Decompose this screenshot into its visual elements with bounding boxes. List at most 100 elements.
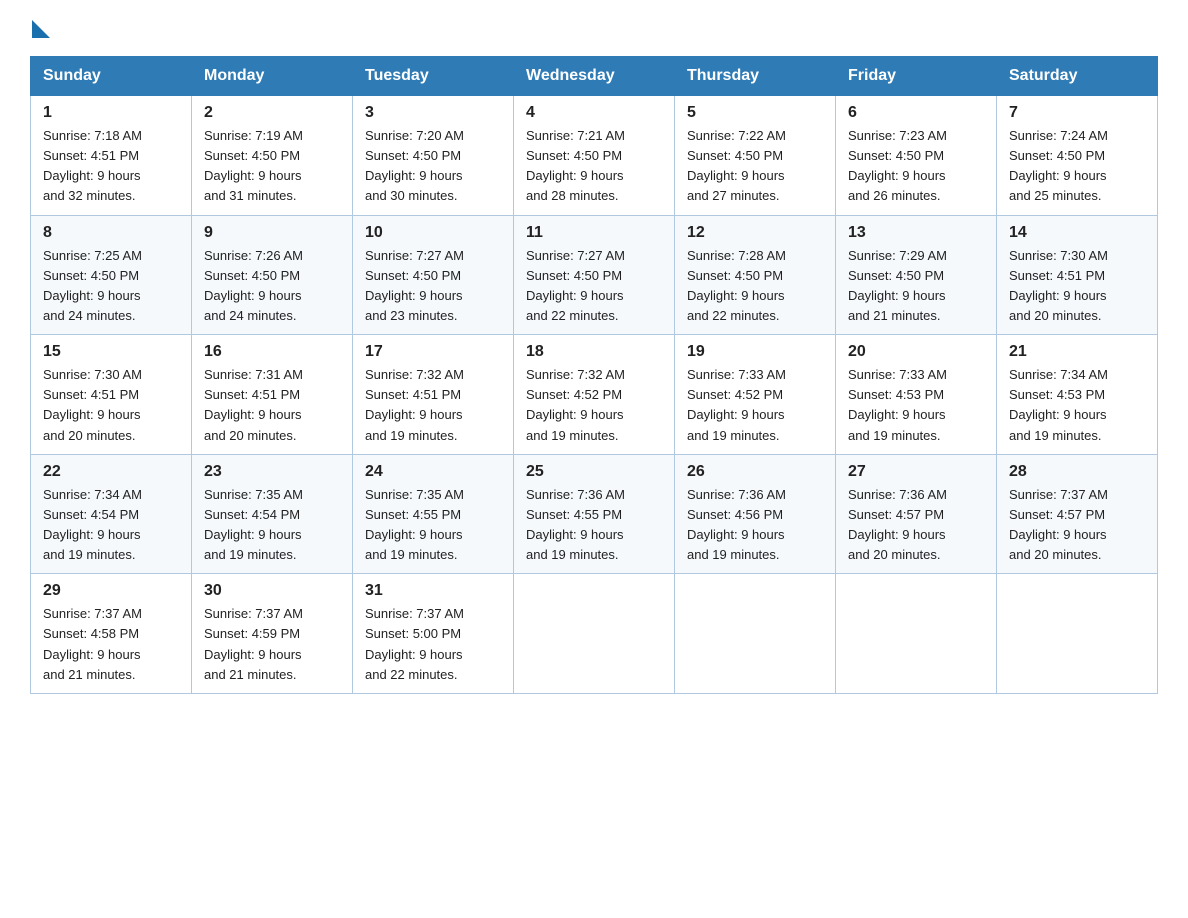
calendar-week-row: 22 Sunrise: 7:34 AMSunset: 4:54 PMDaylig… bbox=[31, 454, 1158, 574]
day-number: 7 bbox=[1009, 104, 1145, 122]
weekday-header-friday: Friday bbox=[836, 57, 997, 96]
calendar-week-row: 29 Sunrise: 7:37 AMSunset: 4:58 PMDaylig… bbox=[31, 574, 1158, 694]
calendar-cell: 19 Sunrise: 7:33 AMSunset: 4:52 PMDaylig… bbox=[675, 335, 836, 455]
calendar-cell: 1 Sunrise: 7:18 AMSunset: 4:51 PMDayligh… bbox=[31, 96, 192, 216]
calendar-cell: 17 Sunrise: 7:32 AMSunset: 4:51 PMDaylig… bbox=[353, 335, 514, 455]
weekday-header-row: SundayMondayTuesdayWednesdayThursdayFrid… bbox=[31, 57, 1158, 96]
calendar-cell: 16 Sunrise: 7:31 AMSunset: 4:51 PMDaylig… bbox=[192, 335, 353, 455]
day-info: Sunrise: 7:37 AMSunset: 4:58 PMDaylight:… bbox=[43, 606, 142, 681]
day-info: Sunrise: 7:32 AMSunset: 4:51 PMDaylight:… bbox=[365, 367, 464, 442]
calendar-cell: 5 Sunrise: 7:22 AMSunset: 4:50 PMDayligh… bbox=[675, 96, 836, 216]
calendar-cell: 29 Sunrise: 7:37 AMSunset: 4:58 PMDaylig… bbox=[31, 574, 192, 694]
day-number: 30 bbox=[204, 582, 340, 600]
logo bbox=[30, 20, 50, 46]
calendar-cell: 21 Sunrise: 7:34 AMSunset: 4:53 PMDaylig… bbox=[997, 335, 1158, 455]
calendar-cell: 14 Sunrise: 7:30 AMSunset: 4:51 PMDaylig… bbox=[997, 215, 1158, 335]
calendar-week-row: 8 Sunrise: 7:25 AMSunset: 4:50 PMDayligh… bbox=[31, 215, 1158, 335]
day-number: 27 bbox=[848, 463, 984, 481]
day-info: Sunrise: 7:20 AMSunset: 4:50 PMDaylight:… bbox=[365, 128, 464, 203]
weekday-header-wednesday: Wednesday bbox=[514, 57, 675, 96]
day-number: 6 bbox=[848, 104, 984, 122]
calendar-cell: 18 Sunrise: 7:32 AMSunset: 4:52 PMDaylig… bbox=[514, 335, 675, 455]
day-info: Sunrise: 7:31 AMSunset: 4:51 PMDaylight:… bbox=[204, 367, 303, 442]
calendar-cell bbox=[997, 574, 1158, 694]
day-number: 22 bbox=[43, 463, 179, 481]
day-number: 19 bbox=[687, 343, 823, 361]
day-info: Sunrise: 7:28 AMSunset: 4:50 PMDaylight:… bbox=[687, 248, 786, 323]
calendar-cell: 22 Sunrise: 7:34 AMSunset: 4:54 PMDaylig… bbox=[31, 454, 192, 574]
day-info: Sunrise: 7:24 AMSunset: 4:50 PMDaylight:… bbox=[1009, 128, 1108, 203]
calendar-cell bbox=[514, 574, 675, 694]
calendar-cell: 3 Sunrise: 7:20 AMSunset: 4:50 PMDayligh… bbox=[353, 96, 514, 216]
calendar-week-row: 1 Sunrise: 7:18 AMSunset: 4:51 PMDayligh… bbox=[31, 96, 1158, 216]
calendar-cell: 6 Sunrise: 7:23 AMSunset: 4:50 PMDayligh… bbox=[836, 96, 997, 216]
day-number: 20 bbox=[848, 343, 984, 361]
calendar-cell bbox=[836, 574, 997, 694]
day-number: 23 bbox=[204, 463, 340, 481]
calendar-cell bbox=[675, 574, 836, 694]
day-info: Sunrise: 7:37 AMSunset: 5:00 PMDaylight:… bbox=[365, 606, 464, 681]
day-number: 26 bbox=[687, 463, 823, 481]
day-info: Sunrise: 7:30 AMSunset: 4:51 PMDaylight:… bbox=[1009, 248, 1108, 323]
day-info: Sunrise: 7:29 AMSunset: 4:50 PMDaylight:… bbox=[848, 248, 947, 323]
day-info: Sunrise: 7:25 AMSunset: 4:50 PMDaylight:… bbox=[43, 248, 142, 323]
weekday-header-thursday: Thursday bbox=[675, 57, 836, 96]
calendar-cell: 9 Sunrise: 7:26 AMSunset: 4:50 PMDayligh… bbox=[192, 215, 353, 335]
day-info: Sunrise: 7:35 AMSunset: 4:55 PMDaylight:… bbox=[365, 487, 464, 562]
day-info: Sunrise: 7:37 AMSunset: 4:57 PMDaylight:… bbox=[1009, 487, 1108, 562]
day-info: Sunrise: 7:36 AMSunset: 4:55 PMDaylight:… bbox=[526, 487, 625, 562]
day-info: Sunrise: 7:33 AMSunset: 4:53 PMDaylight:… bbox=[848, 367, 947, 442]
day-number: 10 bbox=[365, 224, 501, 242]
weekday-header-saturday: Saturday bbox=[997, 57, 1158, 96]
calendar-cell: 12 Sunrise: 7:28 AMSunset: 4:50 PMDaylig… bbox=[675, 215, 836, 335]
day-number: 18 bbox=[526, 343, 662, 361]
day-info: Sunrise: 7:30 AMSunset: 4:51 PMDaylight:… bbox=[43, 367, 142, 442]
day-number: 12 bbox=[687, 224, 823, 242]
calendar-cell: 8 Sunrise: 7:25 AMSunset: 4:50 PMDayligh… bbox=[31, 215, 192, 335]
day-info: Sunrise: 7:37 AMSunset: 4:59 PMDaylight:… bbox=[204, 606, 303, 681]
weekday-header-monday: Monday bbox=[192, 57, 353, 96]
day-number: 4 bbox=[526, 104, 662, 122]
page-header bbox=[30, 20, 1158, 46]
weekday-header-tuesday: Tuesday bbox=[353, 57, 514, 96]
day-info: Sunrise: 7:36 AMSunset: 4:57 PMDaylight:… bbox=[848, 487, 947, 562]
calendar-cell: 25 Sunrise: 7:36 AMSunset: 4:55 PMDaylig… bbox=[514, 454, 675, 574]
day-number: 9 bbox=[204, 224, 340, 242]
day-info: Sunrise: 7:32 AMSunset: 4:52 PMDaylight:… bbox=[526, 367, 625, 442]
calendar-cell: 11 Sunrise: 7:27 AMSunset: 4:50 PMDaylig… bbox=[514, 215, 675, 335]
day-number: 16 bbox=[204, 343, 340, 361]
day-info: Sunrise: 7:26 AMSunset: 4:50 PMDaylight:… bbox=[204, 248, 303, 323]
day-number: 17 bbox=[365, 343, 501, 361]
day-info: Sunrise: 7:19 AMSunset: 4:50 PMDaylight:… bbox=[204, 128, 303, 203]
day-number: 5 bbox=[687, 104, 823, 122]
calendar-cell: 28 Sunrise: 7:37 AMSunset: 4:57 PMDaylig… bbox=[997, 454, 1158, 574]
day-info: Sunrise: 7:22 AMSunset: 4:50 PMDaylight:… bbox=[687, 128, 786, 203]
day-number: 31 bbox=[365, 582, 501, 600]
day-info: Sunrise: 7:23 AMSunset: 4:50 PMDaylight:… bbox=[848, 128, 947, 203]
day-number: 3 bbox=[365, 104, 501, 122]
calendar-cell: 4 Sunrise: 7:21 AMSunset: 4:50 PMDayligh… bbox=[514, 96, 675, 216]
day-info: Sunrise: 7:18 AMSunset: 4:51 PMDaylight:… bbox=[43, 128, 142, 203]
day-info: Sunrise: 7:33 AMSunset: 4:52 PMDaylight:… bbox=[687, 367, 786, 442]
logo-triangle-icon bbox=[32, 20, 50, 38]
day-info: Sunrise: 7:27 AMSunset: 4:50 PMDaylight:… bbox=[365, 248, 464, 323]
day-number: 25 bbox=[526, 463, 662, 481]
calendar-cell: 23 Sunrise: 7:35 AMSunset: 4:54 PMDaylig… bbox=[192, 454, 353, 574]
day-number: 2 bbox=[204, 104, 340, 122]
calendar-cell: 7 Sunrise: 7:24 AMSunset: 4:50 PMDayligh… bbox=[997, 96, 1158, 216]
day-number: 28 bbox=[1009, 463, 1145, 481]
day-number: 29 bbox=[43, 582, 179, 600]
calendar-cell: 24 Sunrise: 7:35 AMSunset: 4:55 PMDaylig… bbox=[353, 454, 514, 574]
day-number: 13 bbox=[848, 224, 984, 242]
calendar-cell: 27 Sunrise: 7:36 AMSunset: 4:57 PMDaylig… bbox=[836, 454, 997, 574]
calendar-week-row: 15 Sunrise: 7:30 AMSunset: 4:51 PMDaylig… bbox=[31, 335, 1158, 455]
calendar-cell: 20 Sunrise: 7:33 AMSunset: 4:53 PMDaylig… bbox=[836, 335, 997, 455]
day-info: Sunrise: 7:21 AMSunset: 4:50 PMDaylight:… bbox=[526, 128, 625, 203]
calendar-cell: 13 Sunrise: 7:29 AMSunset: 4:50 PMDaylig… bbox=[836, 215, 997, 335]
day-number: 11 bbox=[526, 224, 662, 242]
day-number: 15 bbox=[43, 343, 179, 361]
day-info: Sunrise: 7:34 AMSunset: 4:53 PMDaylight:… bbox=[1009, 367, 1108, 442]
calendar-cell: 15 Sunrise: 7:30 AMSunset: 4:51 PMDaylig… bbox=[31, 335, 192, 455]
calendar-cell: 26 Sunrise: 7:36 AMSunset: 4:56 PMDaylig… bbox=[675, 454, 836, 574]
calendar-cell: 31 Sunrise: 7:37 AMSunset: 5:00 PMDaylig… bbox=[353, 574, 514, 694]
